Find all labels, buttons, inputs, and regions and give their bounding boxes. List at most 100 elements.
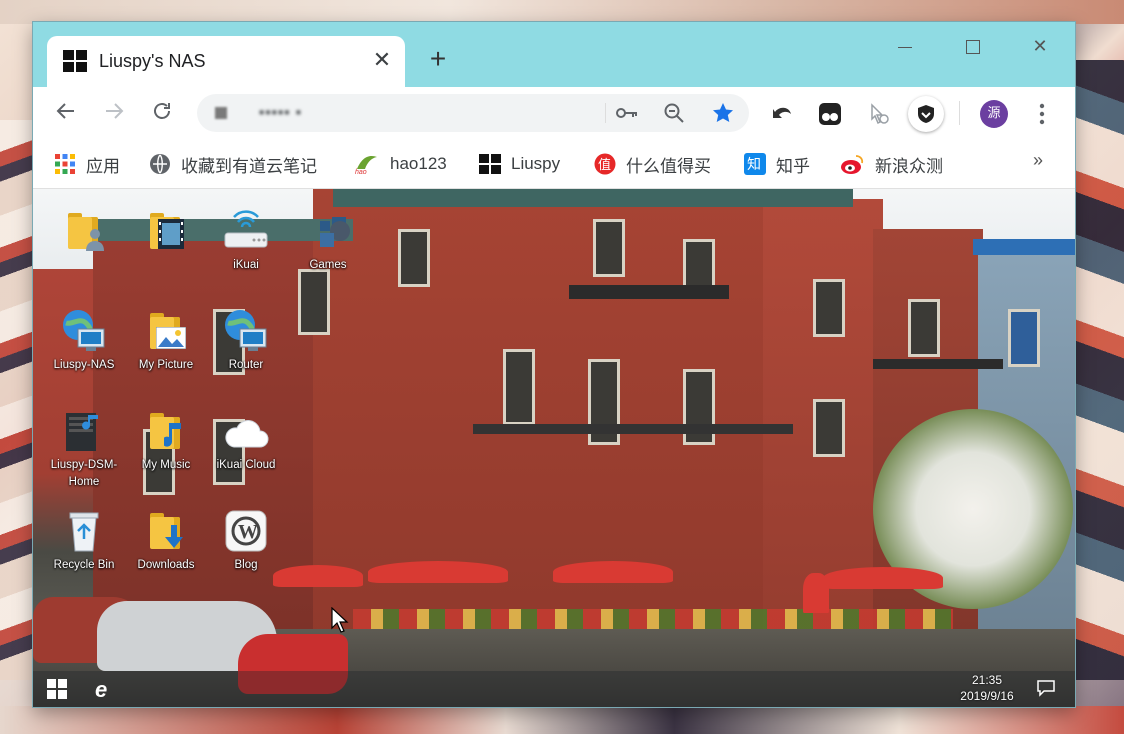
desktop-icon-label: Router: [228, 359, 264, 371]
hao123-icon: hao: [355, 156, 377, 175]
tab-title: Liuspy's NAS: [99, 51, 206, 71]
wallpaper-window: [908, 299, 940, 357]
wallpaper-window: [1008, 309, 1040, 367]
windows-logo-icon: [63, 50, 87, 72]
desktop-icon-label: iKuai Cloud: [216, 459, 276, 471]
address-bar[interactable]: ▪▪▪▪▪ ▪: [197, 94, 749, 132]
bookmark-label: 收藏到有道云笔记: [181, 156, 317, 176]
action-center-icon[interactable]: [1036, 679, 1056, 697]
bookmark-label: hao123: [390, 154, 447, 173]
desktop-icon-label: Liuspy-NAS: [53, 359, 115, 371]
bookmark-sina-zhongce[interactable]: 新浪众测: [839, 153, 943, 176]
desktop-icon-ikuai-cloud[interactable]: iKuai Cloud: [201, 407, 291, 474]
taskbar-clock[interactable]: 21:35 2019/9/16: [957, 672, 1017, 704]
toolbar: ▪▪▪▪▪ ▪ 源: [33, 87, 1075, 140]
arrow-right-icon: [106, 103, 124, 119]
extension-tampermonkey-icon[interactable]: [818, 102, 842, 126]
desktop-icon-label: Downloads: [137, 559, 195, 571]
key-icon[interactable]: [615, 103, 639, 123]
zoom-out-icon[interactable]: [663, 102, 685, 124]
bookmark-label: 应用: [86, 156, 120, 176]
shield-icon: [918, 105, 934, 123]
youdao-icon: [150, 154, 170, 174]
close-icon: ✕: [1032, 36, 1048, 56]
gamepad-icon: [304, 207, 352, 255]
title-bar: Liuspy's NAS ✕ + ✕: [33, 22, 1075, 87]
wallpaper-umbrella: [553, 561, 673, 583]
remote-taskbar: e 21:35 2019/9/16: [33, 671, 1075, 707]
mouse-cursor-icon: [331, 607, 349, 633]
internet-explorer-icon[interactable]: e: [95, 677, 107, 703]
maximize-icon: [966, 40, 980, 55]
minimize-button[interactable]: [885, 32, 925, 60]
desktop-icon-games[interactable]: Games: [283, 207, 373, 274]
reload-icon: [154, 103, 170, 119]
extension-undo-icon[interactable]: [771, 102, 795, 126]
extension-cursor-icon[interactable]: [867, 102, 891, 126]
site-info-icon[interactable]: [215, 107, 227, 119]
bookmark-apps[interactable]: 应用: [54, 153, 120, 176]
tab-liuspys-nas[interactable]: Liuspy's NAS ✕: [47, 36, 405, 87]
desktop-icon-liuspy-dsm-home[interactable]: Liuspy-DSM-Home: [39, 407, 129, 491]
arrow-left-icon: [56, 103, 74, 119]
desktop-icon-label: Blog: [234, 559, 258, 571]
desktop-icon-user-folder[interactable]: [39, 207, 129, 257]
bookmark-liuspy[interactable]: Liuspy: [479, 153, 560, 175]
new-tab-button[interactable]: +: [425, 45, 451, 73]
maximize-button[interactable]: [953, 32, 993, 60]
forward-button[interactable]: [100, 99, 128, 127]
desktop-icon-ikuai[interactable]: iKuai: [201, 207, 291, 274]
svg-text:hao: hao: [355, 169, 367, 175]
wallpaper-right: [1072, 60, 1124, 680]
bookmarks-overflow-button[interactable]: »: [1033, 150, 1043, 171]
start-button-icon[interactable]: [47, 679, 67, 699]
desktop-icon-label: Liuspy-DSM-Home: [50, 459, 118, 488]
desktop-icon-downloads[interactable]: Downloads: [121, 507, 211, 574]
back-button[interactable]: [52, 99, 80, 127]
bookmark-smzdm[interactable]: 值 什么值得买: [594, 153, 711, 176]
bookmark-label: 新浪众测: [875, 156, 943, 176]
desktop-icon-recycle-bin[interactable]: Recycle Bin: [39, 507, 129, 574]
extension-adguard-button[interactable]: [908, 96, 944, 132]
wallpaper-umbrella: [803, 573, 829, 613]
toolbar-divider: [959, 101, 960, 125]
tab-close-icon[interactable]: ✕: [370, 47, 394, 73]
wallpaper-window: [298, 269, 330, 335]
network-globe-icon: [222, 307, 270, 355]
wallpaper-bottom: [0, 706, 1124, 734]
wallpaper-window: [593, 219, 625, 277]
wordpress-icon: W: [222, 507, 270, 555]
reload-button[interactable]: [148, 99, 176, 127]
profile-avatar[interactable]: 源: [980, 100, 1008, 128]
wallpaper-balcony: [873, 359, 1003, 369]
desktop-icon-my-picture[interactable]: My Picture: [121, 307, 211, 374]
wallpaper-balcony: [473, 424, 793, 434]
desktop-icon-video-folder[interactable]: [121, 207, 211, 257]
svg-text:W: W: [238, 521, 258, 543]
close-window-button[interactable]: ✕: [1020, 32, 1060, 60]
remote-desktop-view[interactable]: iKuai Games Liuspy-NAS My Picture Router: [33, 189, 1075, 707]
bookmark-youdao[interactable]: 收藏到有道云笔记: [149, 153, 317, 176]
omnibox-divider: [605, 103, 606, 123]
zhihu-icon: 知: [744, 153, 766, 175]
minimize-icon: [898, 46, 912, 48]
bookmark-hao123[interactable]: hao hao123: [354, 153, 447, 175]
desktop-icon-label: iKuai: [233, 259, 259, 271]
address-text: ▪▪▪▪▪ ▪: [259, 104, 303, 121]
desktop-icon-my-music[interactable]: My Music: [121, 407, 211, 474]
bookmark-zhihu[interactable]: 知 知乎: [744, 153, 810, 176]
desktop-icon-liuspy-nas[interactable]: Liuspy-NAS: [39, 307, 129, 374]
menu-button[interactable]: [1033, 101, 1051, 127]
desktop-icon-blog[interactable]: W Blog: [201, 507, 291, 574]
wallpaper-roof: [333, 189, 853, 207]
desktop-icon-label: My Picture: [138, 359, 194, 371]
network-globe-icon: [60, 307, 108, 355]
wallpaper-umbrella: [823, 567, 943, 589]
video-folder-icon: [142, 207, 190, 255]
bookmark-label: 什么值得买: [626, 156, 711, 176]
star-bookmark-icon[interactable]: [711, 101, 735, 125]
wallpaper-top: [0, 0, 1124, 24]
desktop-icon-router[interactable]: Router: [201, 307, 291, 374]
dsm-icon: [60, 407, 108, 455]
wallpaper-window: [503, 349, 535, 425]
